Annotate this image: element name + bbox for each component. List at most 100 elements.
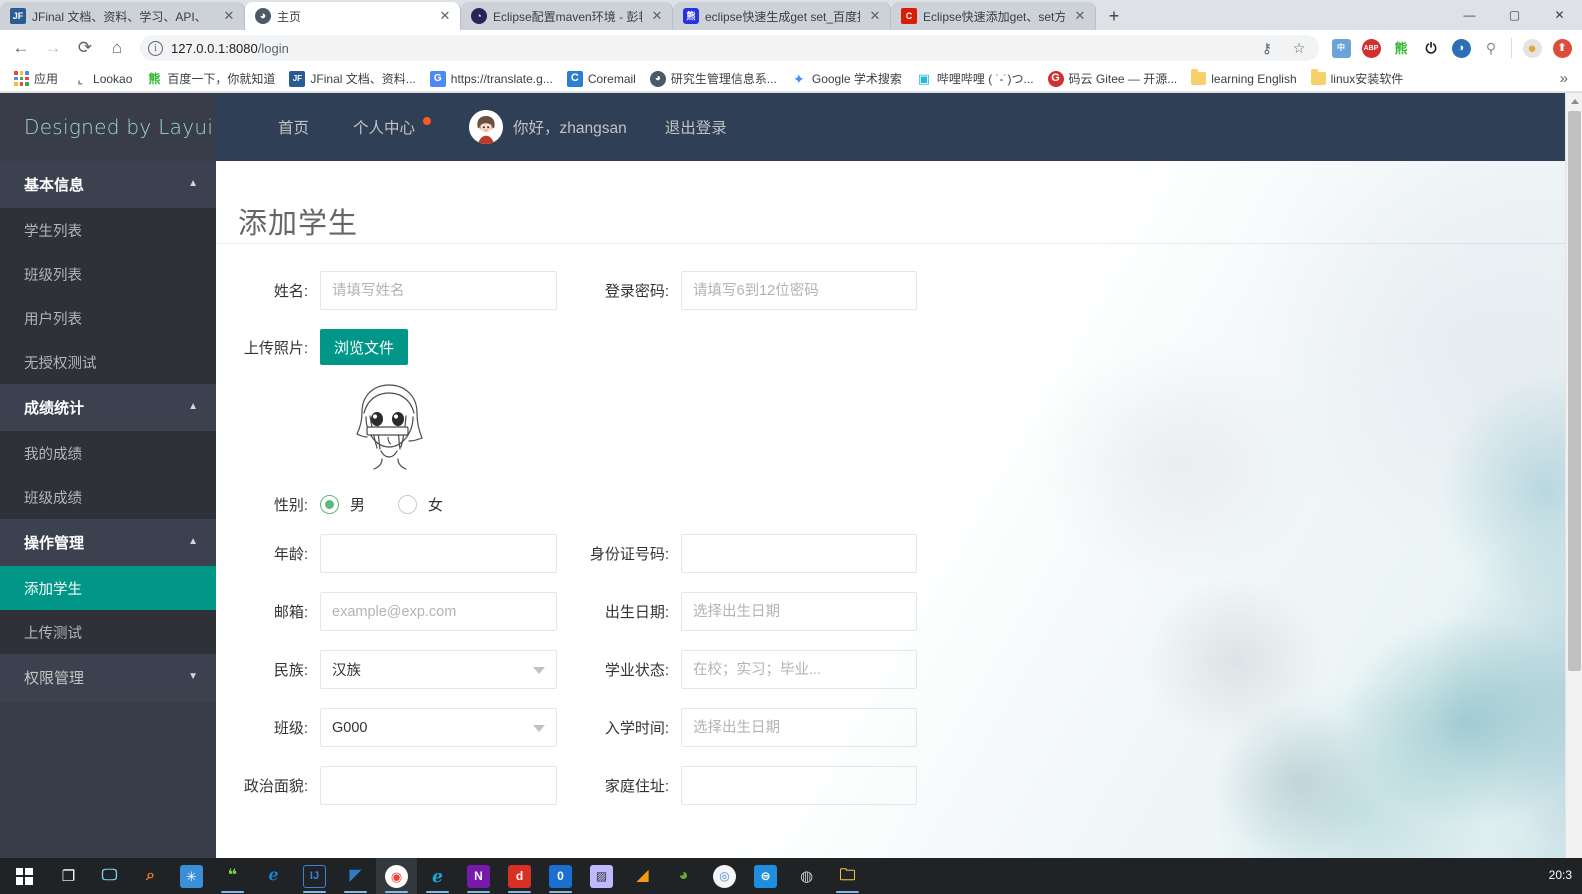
- sidebar-item-my-grades[interactable]: 我的成绩: [0, 431, 216, 475]
- edge-icon[interactable]: ℯ: [417, 858, 458, 894]
- tab-close-icon[interactable]: ✕: [1071, 7, 1089, 25]
- task-view-icon[interactable]: ❐: [48, 858, 89, 894]
- bookmark-folder-learning-english[interactable]: learning English: [1185, 69, 1302, 88]
- password-key-icon[interactable]: ⚷: [1255, 36, 1279, 60]
- chrome-icon[interactable]: ◉: [376, 858, 417, 894]
- xmind-icon[interactable]: ◢: [622, 858, 663, 894]
- adblock-plus-icon[interactable]: ABP: [1357, 34, 1385, 62]
- enroll-date-input[interactable]: [681, 708, 917, 747]
- bluetooth-icon[interactable]: ✳: [171, 858, 212, 894]
- reload-icon[interactable]: ⟳: [70, 33, 100, 63]
- bookmark-grad-system[interactable]: ◕ 研究生管理信息系...: [644, 68, 783, 89]
- sidebar-item-user-list[interactable]: 用户列表: [0, 296, 216, 340]
- sidebar-group-basic-info[interactable]: 基本信息 ▲: [0, 161, 216, 208]
- browser-tab-active[interactable]: ◕ 主页 ✕: [245, 2, 461, 30]
- browser-tab[interactable]: ◔ Eclipse配置maven环境 - 彭艳 - ✕: [461, 2, 673, 30]
- bookmark-coremail[interactable]: C Coremail: [561, 69, 642, 89]
- tab-close-icon[interactable]: ✕: [648, 7, 666, 25]
- bookmark-apps[interactable]: 应用: [8, 68, 64, 89]
- youdao-icon[interactable]: d: [499, 858, 540, 894]
- window-controls: — ▢ ✕: [1447, 0, 1582, 30]
- vscode-icon[interactable]: ◤: [335, 858, 376, 894]
- tab-close-icon[interactable]: ✕: [866, 7, 884, 25]
- bookmark-lookao[interactable]: ⌞ Lookao: [66, 69, 138, 89]
- bookmark-google-translate[interactable]: G https://translate.g...: [424, 69, 559, 89]
- photos-icon[interactable]: ▨: [581, 858, 622, 894]
- taskbar-clock[interactable]: 20:3: [1549, 869, 1582, 882]
- this-pc-icon[interactable]: 🖵: [89, 858, 130, 894]
- chrome-menu-icon[interactable]: ⬆: [1548, 34, 1576, 62]
- page-scrollbar[interactable]: [1565, 93, 1582, 858]
- age-input[interactable]: [320, 534, 557, 573]
- browser-tab[interactable]: JF JFinal 文档、资料、学习、API、 ✕: [0, 2, 245, 30]
- id-card-input[interactable]: [681, 534, 917, 573]
- navicat-icon[interactable]: ◕: [663, 858, 704, 894]
- wechat-icon[interactable]: ❝: [212, 858, 253, 894]
- bookmark-star-icon[interactable]: ☆: [1287, 36, 1311, 60]
- browser-tab[interactable]: 熊 eclipse快速生成get set_百度搜索 ✕: [673, 2, 891, 30]
- sidebar-group-permissions[interactable]: 权限管理 ▼: [0, 654, 216, 701]
- windows-start-icon[interactable]: [0, 858, 48, 894]
- gender-radio-male[interactable]: [320, 495, 339, 514]
- address-input[interactable]: [681, 766, 917, 805]
- file-explorer-icon[interactable]: 🗀: [827, 858, 868, 894]
- header-nav-home[interactable]: 首页: [256, 93, 331, 161]
- gender-radio-female[interactable]: [398, 495, 418, 514]
- address-bar[interactable]: i 127.0.0.1:8080/login ⚷ ☆: [140, 35, 1319, 61]
- bookmark-baidu[interactable]: 熊 百度一下，你就知道: [140, 68, 281, 89]
- sidebar-item-class-list[interactable]: 班级列表: [0, 252, 216, 296]
- home-icon[interactable]: ⌂: [102, 33, 132, 63]
- political-input[interactable]: [320, 766, 557, 805]
- study-status-input[interactable]: [681, 650, 917, 689]
- sidebar-group-grade-stats[interactable]: 成绩统计 ▲: [0, 384, 216, 431]
- power-extension-icon[interactable]: ⏻: [1417, 34, 1445, 62]
- bookmark-google-scholar[interactable]: ✦ Google 学术搜索: [785, 68, 908, 89]
- typora-icon[interactable]: ◎: [704, 858, 745, 894]
- bookmark-bilibili[interactable]: ▣ 哔哩哔哩 ( ˙-˙)つ...: [910, 68, 1040, 89]
- sidebar-item-class-grades[interactable]: 班级成绩: [0, 475, 216, 519]
- profile-avatar-icon[interactable]: ●: [1518, 34, 1546, 62]
- back-icon[interactable]: ←: [6, 33, 36, 63]
- birthday-input[interactable]: [681, 592, 917, 631]
- tab-close-icon[interactable]: ✕: [220, 7, 238, 25]
- onenote-icon[interactable]: N: [458, 858, 499, 894]
- bookmark-jfinal[interactable]: JF JFinal 文档、资料...: [283, 68, 421, 89]
- sidebar-item-unauthorized-test[interactable]: 无授权测试: [0, 340, 216, 384]
- browse-file-button[interactable]: 浏览文件: [320, 329, 409, 365]
- sidebar-item-upload-test[interactable]: 上传测试: [0, 610, 216, 654]
- close-window-button[interactable]: ✕: [1537, 0, 1582, 30]
- edge-legacy-icon[interactable]: ℯ: [253, 858, 294, 894]
- bookmarks-overflow-icon[interactable]: »: [1554, 70, 1574, 87]
- scrollbar-thumb[interactable]: [1568, 111, 1581, 671]
- password-input[interactable]: [681, 271, 917, 310]
- info-circle-icon[interactable]: i: [148, 40, 163, 56]
- vmware-icon[interactable]: ◍: [786, 858, 827, 894]
- maximize-button[interactable]: ▢: [1492, 0, 1537, 30]
- minimize-button[interactable]: —: [1447, 0, 1492, 30]
- nation-select[interactable]: 汉族: [320, 650, 557, 689]
- browser-tab[interactable]: C Eclipse快速添加get、set方法 - ✕: [891, 2, 1096, 30]
- tab-close-icon[interactable]: ✕: [436, 7, 454, 25]
- forward-icon[interactable]: →: [38, 33, 68, 63]
- sidebar-group-operations[interactable]: 操作管理 ▲: [0, 519, 216, 566]
- idea-icon[interactable]: IJ: [294, 858, 335, 894]
- email-input[interactable]: [320, 592, 557, 631]
- lightbulb-extension-icon[interactable]: ⚲: [1477, 34, 1505, 62]
- ime-extension-icon[interactable]: 中: [1327, 34, 1355, 62]
- xshell-icon[interactable]: ⊜: [745, 858, 786, 894]
- scroll-up-arrow-icon[interactable]: [1566, 93, 1582, 110]
- tim-qq-icon[interactable]: 0: [540, 858, 581, 894]
- sidebar-item-student-list[interactable]: 学生列表: [0, 208, 216, 252]
- logout-button[interactable]: 退出登录: [643, 93, 749, 161]
- header-user[interactable]: 你好，zhangsan: [453, 110, 643, 144]
- name-input[interactable]: [320, 271, 557, 310]
- new-tab-button[interactable]: +: [1100, 2, 1128, 30]
- class-select[interactable]: G000: [320, 708, 557, 747]
- bookmark-folder-linux[interactable]: linux安装软件: [1305, 68, 1410, 89]
- bookmark-gitee[interactable]: G 码云 Gitee — 开源...: [1042, 68, 1184, 89]
- header-nav-profile[interactable]: 个人中心: [331, 93, 453, 161]
- everything-search-icon[interactable]: ⌕: [130, 858, 171, 894]
- baidu-extension-icon[interactable]: 熊: [1387, 34, 1415, 62]
- screenshot-extension-icon[interactable]: ◑: [1447, 34, 1475, 62]
- sidebar-item-add-student[interactable]: 添加学生: [0, 566, 216, 610]
